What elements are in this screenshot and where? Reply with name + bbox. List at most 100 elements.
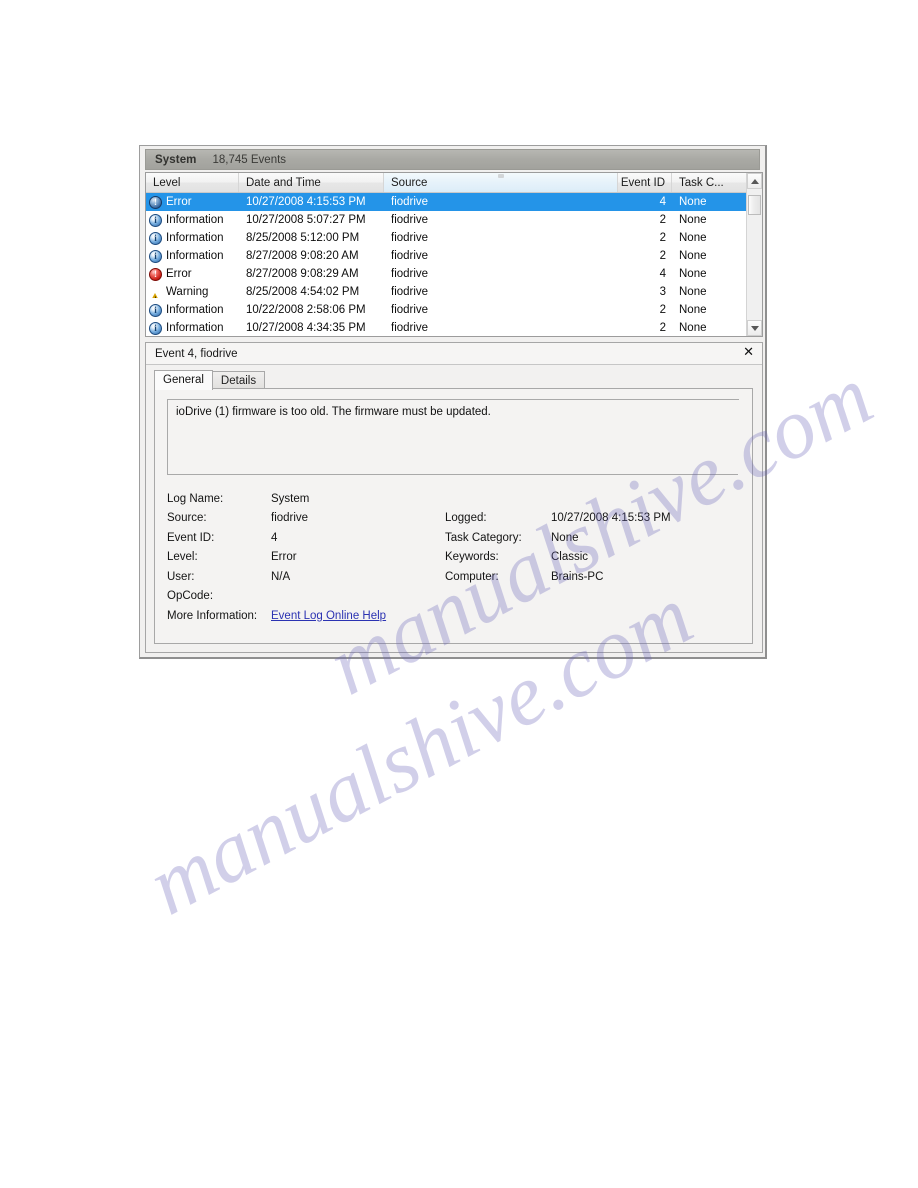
property-row: Event ID: 4 Task Category: None: [167, 528, 740, 548]
property-row: Source: fiodrive Logged: 10/27/2008 4:15…: [167, 509, 740, 529]
property-row: OpCode:: [167, 587, 740, 607]
property-value-user: N/A: [271, 570, 291, 583]
information-icon: i: [149, 321, 162, 335]
cell-source: fiodrive: [391, 196, 429, 208]
cell-date: 8/25/2008 4:54:02 PM: [246, 286, 360, 298]
cell-task-category: None: [679, 268, 707, 280]
cell-date: 10/27/2008 4:15:53 PM: [246, 196, 366, 208]
cell-source: fiodrive: [391, 214, 429, 226]
cell-level-label: Information: [166, 322, 224, 334]
table-row[interactable]: i Information 10/27/2008 4:34:35 PM fiod…: [146, 319, 762, 336]
property-label-logged: Logged:: [445, 512, 487, 525]
event-rows: ! Error 10/27/2008 4:15:53 PM fiodrive 4…: [146, 193, 762, 336]
table-row[interactable]: ! Error 8/27/2008 9:08:29 AM fiodrive 4 …: [146, 265, 762, 283]
cell-task-category: None: [679, 250, 707, 262]
cell-source: fiodrive: [391, 268, 429, 280]
column-header-date-label: Date and Time: [246, 176, 321, 189]
log-name-label: System: [155, 153, 197, 166]
error-icon: !: [149, 195, 162, 209]
property-row: User: N/A Computer: Brains-PC: [167, 567, 740, 587]
event-message-box[interactable]: ioDrive (1) firmware is too old. The fir…: [167, 399, 739, 475]
event-list[interactable]: Level Date and Time Source Event ID Task…: [145, 172, 763, 337]
cell-level-label: Error: [166, 268, 192, 280]
information-icon: i: [149, 303, 162, 317]
property-label-computer: Computer:: [445, 570, 499, 583]
detail-title: Event 4, fiodrive: [155, 347, 238, 360]
event-count-label: 18,745 Events: [212, 153, 287, 166]
cell-date: 10/22/2008 2:58:06 PM: [246, 304, 366, 316]
detail-title-bar: Event 4, fiodrive ✕: [146, 343, 762, 365]
property-label-source: Source:: [167, 512, 207, 525]
property-label-opcode: OpCode:: [167, 590, 214, 603]
cell-event-id: 2: [659, 232, 666, 244]
cell-task-category: None: [679, 304, 707, 316]
property-row: Log Name: System: [167, 489, 740, 509]
cell-level-label: Information: [166, 250, 224, 262]
column-header-task-category[interactable]: Task C...: [672, 173, 748, 192]
column-header-source[interactable]: Source: [384, 173, 618, 192]
column-header-level[interactable]: Level: [146, 173, 239, 192]
cell-level-label: Information: [166, 214, 224, 226]
cell-level-label: Error: [166, 196, 192, 208]
table-row[interactable]: i Information 8/27/2008 9:08:20 AM fiodr…: [146, 247, 762, 265]
cell-task-category: None: [679, 214, 707, 226]
cell-level-label: Warning: [166, 286, 209, 298]
event-properties: Log Name: System Source: fiodrive Logged…: [167, 489, 740, 626]
cell-task-category: None: [679, 232, 707, 244]
cell-level: ! Error: [146, 267, 239, 281]
cell-source: fiodrive: [391, 304, 429, 316]
cell-level-label: Information: [166, 304, 224, 316]
cell-event-id: 4: [659, 196, 666, 208]
column-header-source-label: Source: [391, 176, 428, 189]
table-row[interactable]: i Information 10/27/2008 5:07:27 PM fiod…: [146, 211, 762, 229]
tab-panel-general: ioDrive (1) firmware is too old. The fir…: [154, 388, 753, 644]
property-label-more-information: More Information:: [167, 609, 258, 622]
event-message-text: ioDrive (1) firmware is too old. The fir…: [176, 406, 491, 418]
tab-general[interactable]: General: [154, 370, 213, 390]
cell-event-id: 3: [659, 286, 666, 298]
column-header-event-id[interactable]: Event ID: [618, 173, 672, 192]
event-list-scrollbar[interactable]: [746, 173, 762, 336]
cell-task-category: None: [679, 196, 707, 208]
property-label-level: Level:: [167, 551, 198, 564]
cell-source: fiodrive: [391, 286, 429, 298]
table-row[interactable]: Warning 8/25/2008 4:54:02 PM fiodrive 3 …: [146, 283, 762, 301]
chevron-up-icon: [750, 178, 759, 184]
event-log-online-help-link[interactable]: Event Log Online Help: [271, 610, 386, 622]
scroll-down-button[interactable]: [747, 320, 762, 336]
property-row-more-information: More Information: Event Log Online Help: [167, 606, 740, 626]
table-row[interactable]: i Information 10/22/2008 2:58:06 PM fiod…: [146, 301, 762, 319]
information-icon: i: [149, 213, 162, 227]
sort-ascending-icon: [497, 174, 504, 178]
detail-tab-strip: General Details: [154, 370, 762, 390]
cell-event-id: 2: [659, 250, 666, 262]
table-row[interactable]: i Information 8/25/2008 5:12:00 PM fiodr…: [146, 229, 762, 247]
property-value-log-name: System: [271, 492, 310, 505]
column-header-date[interactable]: Date and Time: [239, 173, 384, 192]
cell-event-id: 4: [659, 268, 666, 280]
property-value-source: fiodrive: [271, 512, 309, 525]
scrollbar-thumb[interactable]: [748, 195, 761, 215]
log-header-bar: System 18,745 Events: [145, 149, 760, 170]
cell-source: fiodrive: [391, 322, 429, 334]
close-icon[interactable]: ✕: [743, 346, 754, 360]
cell-date: 10/27/2008 4:34:35 PM: [246, 322, 366, 334]
property-value-task-category: None: [551, 531, 579, 544]
property-label-log-name: Log Name:: [167, 492, 224, 505]
cell-date: 8/27/2008 9:08:29 AM: [246, 268, 359, 280]
cell-level: Warning: [146, 286, 239, 298]
column-header-row: Level Date and Time Source Event ID Task…: [146, 173, 762, 193]
cell-level: i Information: [146, 321, 239, 335]
chevron-down-icon: [750, 325, 759, 331]
information-icon: i: [149, 231, 162, 245]
cell-date: 8/25/2008 5:12:00 PM: [246, 232, 360, 244]
property-value-logged: 10/27/2008 4:15:53 PM: [551, 512, 671, 525]
cell-date: 10/27/2008 5:07:27 PM: [246, 214, 366, 226]
property-label-keywords: Keywords:: [445, 551, 499, 564]
cell-task-category: None: [679, 286, 707, 298]
scroll-up-button[interactable]: [747, 173, 762, 189]
table-row[interactable]: ! Error 10/27/2008 4:15:53 PM fiodrive 4…: [146, 193, 762, 211]
cell-event-id: 2: [659, 322, 666, 334]
property-value-level: Error: [271, 551, 297, 564]
property-label-event-id: Event ID:: [167, 531, 215, 544]
